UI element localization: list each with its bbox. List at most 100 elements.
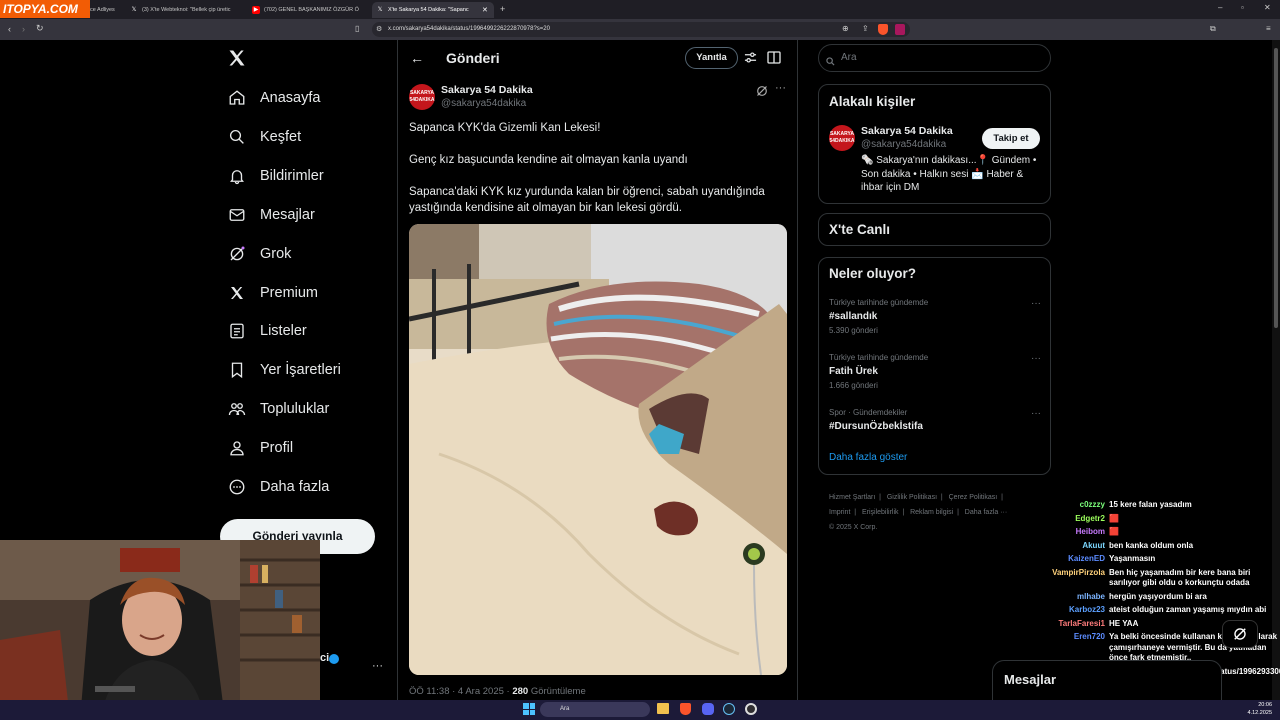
trend-item[interactable]: Spor · Gündemdekiler #DursunÖzbekİstifa ··… [829,408,1041,436]
browser-tab-active[interactable]: 𝕏 X'te Sakarya 54 Dakika: "Sapanc ✕ [372,2,494,18]
footer-link[interactable]: Erişilebilirlik [862,509,899,516]
author-handle[interactable]: @sakarya54dakika [441,98,526,109]
maximize-icon[interactable]: ▫ [1241,4,1244,12]
footer-link[interactable]: Daha fazla ··· [965,509,1007,516]
url-field[interactable]: x.com/sakarya54dakika/status/19964992262… [372,22,910,37]
taskbar-search[interactable]: Ara [540,702,650,717]
verified-badge-icon [329,654,339,664]
chat-username[interactable]: Akuut [1050,541,1105,552]
tab-label: ce Adliyes [90,7,115,13]
close-window-icon[interactable]: ✕ [1264,4,1271,12]
chat-username[interactable]: VampirPirzola [1050,568,1105,589]
follow-button[interactable]: Takip et [982,128,1040,149]
search-input[interactable]: Ara [818,44,1051,72]
grok-floating-icon[interactable] [1222,620,1258,648]
nav-item-listeler[interactable]: Listeler [228,320,307,342]
show-more-link[interactable]: Daha fazla göster [829,452,907,463]
windows-start-icon[interactable] [523,703,535,715]
bookmark-icon [231,362,243,379]
back-icon[interactable]: ‹ [8,25,11,34]
share-icon[interactable]: ⇪ [862,25,869,33]
zoom-icon[interactable]: ⊕ [842,25,849,33]
site-info-icon[interactable]: ⚙ [376,26,382,33]
nav-item-topluluklar[interactable]: Topluluklar [228,398,329,420]
nav-item-anasayfa[interactable]: Anasayfa [228,87,320,109]
related-avatar[interactable]: SAKARYA 54DAKIKA [829,125,855,151]
trend-count: 5.390 gönderi [829,326,878,335]
brave-taskbar-icon[interactable] [680,703,691,715]
nav-item-grok[interactable]: Grok [228,243,291,265]
discord-icon[interactable] [702,703,714,715]
bookmark-page-icon[interactable]: ▯ [355,25,359,33]
chat-username[interactable]: Eren720 [1050,632,1105,664]
footer-link[interactable]: Reklam bilgisi [910,509,953,516]
new-tab-icon[interactable]: + [500,5,505,14]
steam-icon[interactable] [723,703,735,715]
nav-item-bildirimler[interactable]: Bildirimler [228,165,324,187]
nav-item-daha-fazla[interactable]: Daha fazla [228,476,329,498]
scrollbar-thumb[interactable] [1274,48,1278,328]
brave-shield-icon[interactable] [878,24,888,35]
trend-item[interactable]: Türkiye tarihinde gündemde Fatih Ürek 1.66… [829,353,1041,390]
chat-text: Yaşanmasın [1109,554,1156,563]
account-more-icon[interactable]: ··· [372,660,383,672]
forward-icon[interactable]: › [22,25,25,34]
filter-icon[interactable] [744,51,757,69]
trend-more-icon[interactable]: ··· [1031,298,1041,309]
trend-more-icon[interactable]: ··· [1031,408,1041,419]
live-card[interactable]: X'te Canlı [818,213,1051,246]
tweet-timestamp[interactable]: ÖÖ 11:38 · 4 Ara 2025 · [409,686,510,697]
obs-icon[interactable] [745,703,757,715]
messages-drawer-title: Mesajlar [1004,672,1057,687]
browser-tab[interactable]: 𝕏 (3) X'te Webteknoi: "Bellek çip üretic [130,2,245,18]
file-explorer-icon[interactable] [657,703,669,714]
chat-username[interactable]: c0zzzy [1050,500,1105,511]
close-icon[interactable]: ✕ [482,6,488,14]
nav-item-premium[interactable]: Premium [228,282,318,304]
browser-tab[interactable]: ce Adliyes [90,2,122,18]
footer-link[interactable]: Imprint [829,509,850,516]
reload-icon[interactable]: ↻ [36,24,44,33]
chat-username[interactable]: Karboz23 [1050,605,1105,616]
nav-item-yer-i̇şaretleri[interactable]: Yer İşaretleri [228,359,341,381]
extensions-icon[interactable]: ⧉ [1210,25,1216,33]
footer-link[interactable]: Çerez Politikası [949,494,998,501]
footer-link[interactable]: Hizmet Şartları [829,494,875,501]
tweet-photo[interactable] [409,224,787,675]
minimize-icon[interactable]: – [1218,4,1222,12]
author-avatar[interactable]: SAKARYA 54DAKIKA [409,84,435,110]
chat-username[interactable]: Heibom [1050,527,1105,538]
brave-rewards-icon[interactable] [895,24,905,35]
reply-button[interactable]: Yanıtla [685,47,738,69]
nav-item-profil[interactable]: Profil [228,437,293,459]
nav-item-label: Profil [260,440,294,457]
webcam-overlay [0,540,320,720]
more-options-icon[interactable]: ··· [775,82,786,94]
reader-view-icon[interactable] [767,51,781,69]
back-arrow-icon[interactable]: ← [410,51,424,65]
menu-icon[interactable]: ≡ [1266,25,1271,33]
column-divider [797,40,798,700]
trend-more-icon[interactable]: ··· [1031,353,1041,364]
footer-link[interactable]: Gizlilik Politikası [887,494,937,501]
x-logo-icon[interactable] [227,48,249,70]
trend-item[interactable]: Türkiye tarihinde gündemde #sallandık 5.39… [829,298,1041,335]
chat-username[interactable]: TarlaFaresi1 [1050,619,1105,630]
grok-icon [230,246,245,261]
browser-tab[interactable]: ▶ (702) GENEL BAŞKANIMIZ ÖZGÜR Ö [252,2,367,18]
chat-username[interactable]: Edgetr2 [1050,514,1105,525]
chat-text: hergün yaşıyordum bi ara [1109,591,1207,601]
messages-drawer[interactable]: Mesajlar [992,660,1222,700]
chat-username[interactable]: mlhabe [1050,592,1105,603]
nav-item-keşfet[interactable]: Keşfet [228,126,301,148]
home-icon [229,90,245,105]
nav-item-mesajlar[interactable]: Mesajlar [228,204,315,226]
trends-card: Neler oluyor? Türkiye tarihinde gündemde… [818,257,1051,475]
grok-icon[interactable] [756,84,768,102]
author-name[interactable]: Sakarya 54 Dakika [441,84,533,96]
chat-username[interactable]: KaizenED [1050,554,1105,565]
taskbar-clock[interactable]: 20:06 4.12.2025 [1240,701,1272,717]
nav-item-label: Listeler [260,323,307,340]
related-name[interactable]: Sakarya 54 Dakika [861,125,953,137]
related-handle[interactable]: @sakarya54dakika [861,139,946,150]
